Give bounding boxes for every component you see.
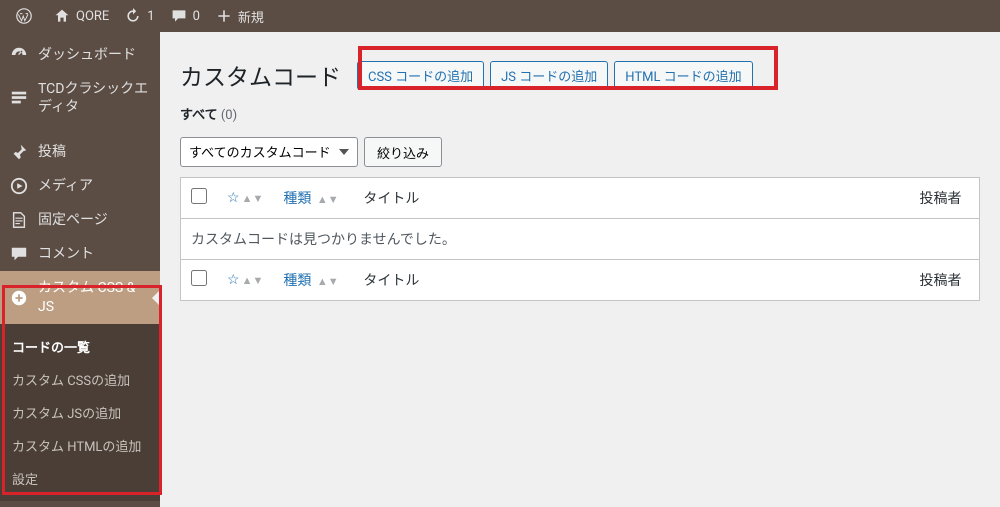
menu-label: 固定ページ	[38, 211, 108, 229]
page-title: カスタムコード	[180, 58, 341, 92]
menu-dashboard[interactable]: ダッシュボード	[0, 38, 160, 72]
empty-message: カスタムコードは見つかりませんでした。	[181, 219, 980, 260]
menu-label: 投稿	[38, 143, 66, 161]
menu-label: TCDクラシックエディタ	[38, 80, 150, 116]
code-list-table: ☆▲▼ 種類 ▲▼ タイトル 投稿者 カスタムコードは見つかりませんでした。 ☆…	[180, 177, 980, 301]
add-css-button[interactable]: CSS コードの追加	[357, 61, 484, 90]
select-all-checkbox[interactable]	[191, 188, 207, 204]
site-name-text: QORE	[76, 9, 109, 24]
comment-icon	[10, 245, 30, 263]
column-star[interactable]: ☆▲▼	[217, 260, 273, 301]
comments-link[interactable]: 0	[163, 0, 208, 32]
main-content: カスタムコード CSS コードの追加 JS コードの追加 HTML コードの追加…	[160, 32, 1000, 507]
menu-posts[interactable]: 投稿	[0, 135, 160, 169]
sort-icon: ▲▼	[317, 275, 339, 288]
menu-label: ダッシュボード	[38, 46, 136, 64]
filter-all-label[interactable]: すべて	[180, 108, 218, 123]
sort-icon: ▲▼	[317, 193, 339, 206]
column-author[interactable]: 投稿者	[910, 178, 980, 219]
comments-count: 0	[193, 9, 200, 24]
filter-submit-button[interactable]: 絞り込み	[364, 137, 442, 167]
menu-pages[interactable]: 固定ページ	[0, 203, 160, 237]
menu-label: コメント	[38, 245, 94, 263]
home-icon	[54, 8, 70, 24]
column-star[interactable]: ☆▲▼	[217, 178, 273, 219]
submenu-add-css[interactable]: カスタム CSSの追加	[0, 363, 160, 396]
submenu-add-html[interactable]: カスタム HTMLの追加	[0, 429, 160, 462]
code-type-filter[interactable]: すべてのカスタムコード	[180, 137, 358, 167]
filter-all-count: (0)	[221, 108, 237, 123]
column-title[interactable]: タイトル	[353, 178, 909, 219]
star-icon: ☆	[227, 190, 240, 206]
select-all-checkbox-foot[interactable]	[191, 270, 207, 286]
star-icon: ☆	[227, 272, 240, 288]
column-author[interactable]: 投稿者	[910, 260, 980, 301]
editor-icon	[10, 89, 30, 107]
new-label: 新規	[238, 7, 264, 26]
column-type[interactable]: 種類 ▲▼	[273, 178, 353, 219]
submenu-add-js[interactable]: カスタム JSの追加	[0, 396, 160, 429]
menu-media[interactable]: メディア	[0, 169, 160, 203]
submenu-custom-css-js: コードの一覧 カスタム CSSの追加 カスタム JSの追加 カスタム HTMLの…	[0, 324, 160, 501]
site-name-link[interactable]: QORE	[46, 0, 117, 32]
dashboard-icon	[10, 46, 30, 64]
wp-logo[interactable]	[8, 0, 46, 32]
sort-icon: ▲▼	[242, 274, 264, 287]
submenu-settings[interactable]: 設定	[0, 462, 160, 495]
comment-icon	[171, 8, 187, 24]
column-type[interactable]: 種類 ▲▼	[273, 260, 353, 301]
sort-icon: ▲▼	[242, 192, 264, 205]
empty-row: カスタムコードは見つかりませんでした。	[181, 219, 980, 260]
wordpress-icon	[16, 8, 32, 24]
menu-label: カスタム CSS & JS	[38, 279, 150, 315]
column-title[interactable]: タイトル	[353, 260, 909, 301]
menu-comments[interactable]: コメント	[0, 237, 160, 271]
menu-tcd-editor[interactable]: TCDクラシックエディタ	[0, 72, 160, 124]
admin-sidebar: ダッシュボード TCDクラシックエディタ 投稿 メディア 固定ページ コメント …	[0, 32, 160, 507]
menu-custom-css-js[interactable]: カスタム CSS & JS	[0, 271, 160, 323]
admin-bar: QORE 1 0 新規	[0, 0, 1000, 32]
menu-label: メディア	[38, 177, 93, 195]
plus-circle-icon	[10, 289, 30, 307]
list-filter-links: すべて (0)	[180, 104, 980, 123]
updates-count: 1	[147, 9, 154, 24]
updates-link[interactable]: 1	[117, 0, 162, 32]
new-content-link[interactable]: 新規	[208, 0, 272, 32]
add-js-button[interactable]: JS コードの追加	[490, 61, 608, 90]
submenu-code-list[interactable]: コードの一覧	[0, 330, 160, 363]
media-icon	[10, 177, 30, 195]
update-icon	[125, 8, 141, 24]
plus-icon	[216, 8, 232, 24]
pin-icon	[10, 143, 30, 161]
add-html-button[interactable]: HTML コードの追加	[614, 61, 752, 90]
page-icon	[10, 211, 30, 229]
